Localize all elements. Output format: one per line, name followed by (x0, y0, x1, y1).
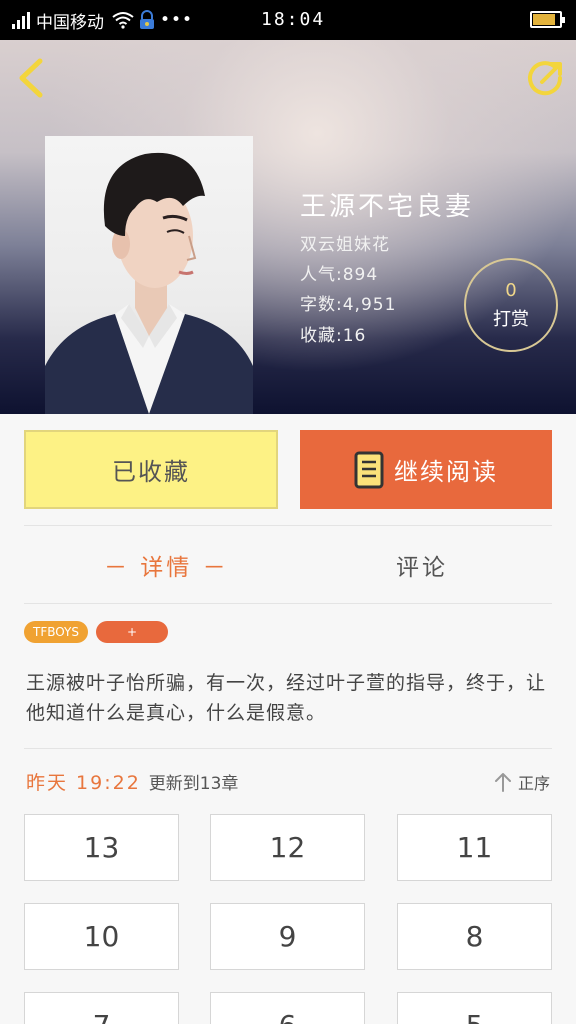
back-icon[interactable] (14, 56, 48, 100)
chapter-button[interactable]: 8 (397, 903, 552, 970)
tag-tfboys[interactable]: TFBOYS (24, 621, 88, 643)
book-header: 王源不宅良妻 双云姐妹花 人气:894 字数:4,951 收藏:16 0 打赏 (0, 40, 576, 414)
arrow-up-icon (494, 773, 511, 792)
divider (24, 603, 552, 604)
signal-icon (12, 11, 30, 29)
chapter-button[interactable]: 12 (210, 814, 365, 881)
wifi-icon (112, 12, 134, 29)
carrier-name: 中国移动 (36, 12, 104, 33)
chapter-button[interactable]: 6 (210, 992, 365, 1024)
chapter-button[interactable]: 10 (24, 903, 179, 970)
status-time: 18:04 (261, 9, 326, 30)
book-cover-image (45, 136, 253, 414)
vpn-lock-icon (140, 10, 154, 29)
collected-button[interactable]: 已收藏 (24, 430, 278, 509)
chapter-button[interactable]: 9 (210, 903, 365, 970)
continue-reading-button[interactable]: 继续阅读 (300, 430, 552, 509)
book-author: 双云姐妹花 (300, 235, 390, 255)
book-icon (354, 451, 384, 488)
book-popularity: 人气:894 (300, 265, 379, 285)
book-favorites: 收藏:16 (300, 326, 367, 346)
book-title: 王源不宅良妻 (300, 192, 475, 222)
continue-reading-label: 继续阅读 (394, 458, 498, 486)
collected-button-label: 已收藏 (112, 458, 190, 486)
status-bar: 中国移动 ••• 18:04 (0, 0, 576, 40)
tip-count: 0 (505, 279, 517, 301)
book-description: 王源被叶子怡所骗，有一次，经过叶子萱的指导，终于，让他知道什么是真心，什么是假意… (26, 672, 547, 724)
update-time: 昨天 19:22 (26, 772, 141, 794)
update-info: 昨天 19:22 更新到13章 (26, 768, 238, 795)
tab-detail[interactable]: － 详情 － (104, 548, 229, 582)
battery-icon (530, 11, 565, 28)
tip-button[interactable]: 0 打赏 (464, 258, 558, 352)
tip-label: 打赏 (493, 308, 529, 330)
divider (24, 748, 552, 749)
more-status-icon: ••• (160, 10, 194, 30)
divider (24, 525, 552, 526)
sort-order-label: 正序 (517, 774, 550, 793)
chapter-button[interactable]: 7 (24, 992, 179, 1024)
chapter-button[interactable]: 5 (397, 992, 552, 1024)
update-text: 更新到13章 (148, 774, 239, 794)
chapter-button[interactable]: 11 (397, 814, 552, 881)
share-icon[interactable] (526, 58, 566, 98)
book-word-count: 字数:4,951 (300, 295, 397, 315)
sort-order-button[interactable]: 正序 (494, 770, 550, 794)
tab-comment[interactable]: 评论 (396, 548, 448, 582)
chapter-button[interactable]: 13 (24, 814, 179, 881)
add-tag-button[interactable]: + (96, 621, 168, 643)
